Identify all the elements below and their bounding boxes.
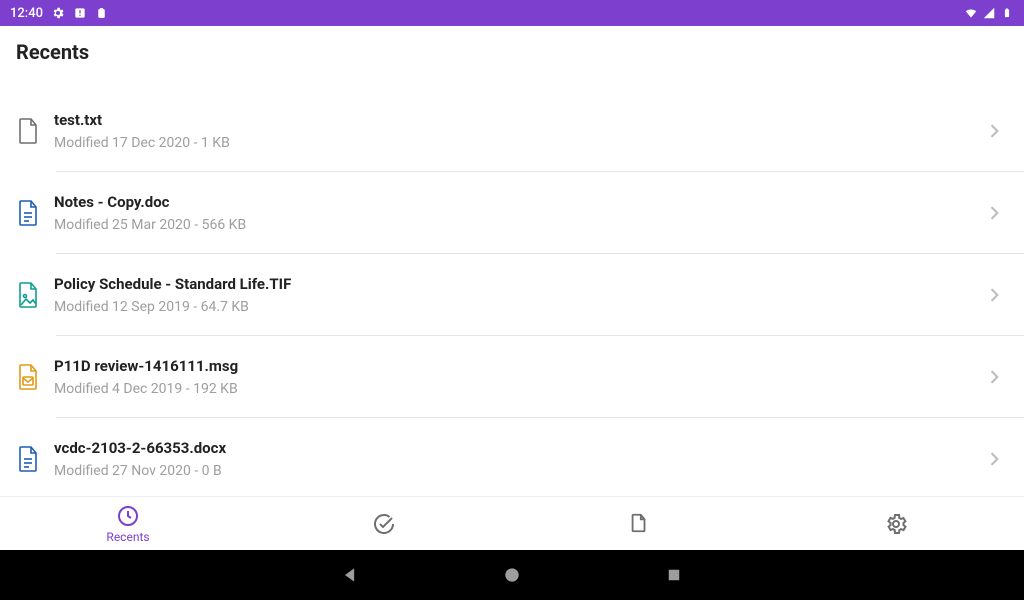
file-doc-icon [14,199,54,227]
system-nav-bar [0,550,1024,600]
chevron-right-icon [980,203,1008,223]
list-item[interactable]: vcdc-2103-2-66353.docx Modified 27 Nov 2… [0,418,1024,500]
file-generic-icon [14,117,54,145]
file-name: test.txt [54,111,980,129]
list-item-body: vcdc-2103-2-66353.docx Modified 27 Nov 2… [54,439,980,479]
file-meta: Modified 12 Sep 2019 - 64.7 KB [54,299,980,315]
file-name: vcdc-2103-2-66353.docx [54,439,980,457]
chevron-right-icon [980,367,1008,387]
tab-recents[interactable]: Recents [0,504,256,544]
battery-icon [1000,6,1014,20]
list-item-body: Notes - Copy.doc Modified 25 Mar 2020 - … [54,193,980,233]
chevron-right-icon [980,285,1008,305]
file-meta: Modified 25 Mar 2020 - 566 KB [54,217,980,233]
list-item[interactable]: P11D review-1416111.msg Modified 4 Dec 2… [0,336,1024,418]
warning-icon [73,6,87,20]
file-meta: Modified 4 Dec 2019 - 192 KB [54,381,980,397]
nav-label: Recents [106,530,149,544]
clipboard-icon [95,6,109,20]
file-msg-icon [14,363,54,391]
file-list: test.txt Modified 17 Dec 2020 - 1 KB Not… [0,70,1024,500]
tab-tasks[interactable] [256,512,512,536]
file-name: Notes - Copy.doc [54,193,980,211]
tab-files[interactable] [512,512,768,536]
list-item-body: P11D review-1416111.msg Modified 4 Dec 2… [54,357,980,397]
chevron-right-icon [980,449,1008,469]
list-item-body: Policy Schedule - Standard Life.TIF Modi… [54,275,980,315]
file-meta: Modified 17 Dec 2020 - 1 KB [54,135,980,151]
overview-button[interactable] [663,564,685,586]
signal-icon [982,6,996,20]
file-name: P11D review-1416111.msg [54,357,980,375]
clock-icon [116,504,140,528]
file-name: Policy Schedule - Standard Life.TIF [54,275,980,293]
file-meta: Modified 27 Nov 2020 - 0 B [54,463,980,479]
list-item[interactable]: Policy Schedule - Standard Life.TIF Modi… [0,254,1024,336]
tab-settings[interactable] [768,512,1024,536]
gear-icon [51,6,65,20]
chevron-right-icon [980,121,1008,141]
file-icon [628,512,652,536]
back-button[interactable] [339,564,361,586]
status-right [964,6,1014,20]
wifi-icon [964,6,978,20]
bottom-nav: Recents [0,496,1024,550]
check-icon [372,512,396,536]
status-time: 12:40 [10,6,43,21]
status-left: 12:40 [10,6,109,21]
status-bar: 12:40 [0,0,1024,26]
list-item-body: test.txt Modified 17 Dec 2020 - 1 KB [54,111,980,151]
file-doc-icon [14,445,54,473]
gear-icon [884,512,908,536]
file-image-icon [14,281,54,309]
list-item[interactable]: test.txt Modified 17 Dec 2020 - 1 KB [0,90,1024,172]
home-button[interactable] [501,564,523,586]
list-item[interactable]: Notes - Copy.doc Modified 25 Mar 2020 - … [0,172,1024,254]
page-title: Recents [0,26,1024,70]
